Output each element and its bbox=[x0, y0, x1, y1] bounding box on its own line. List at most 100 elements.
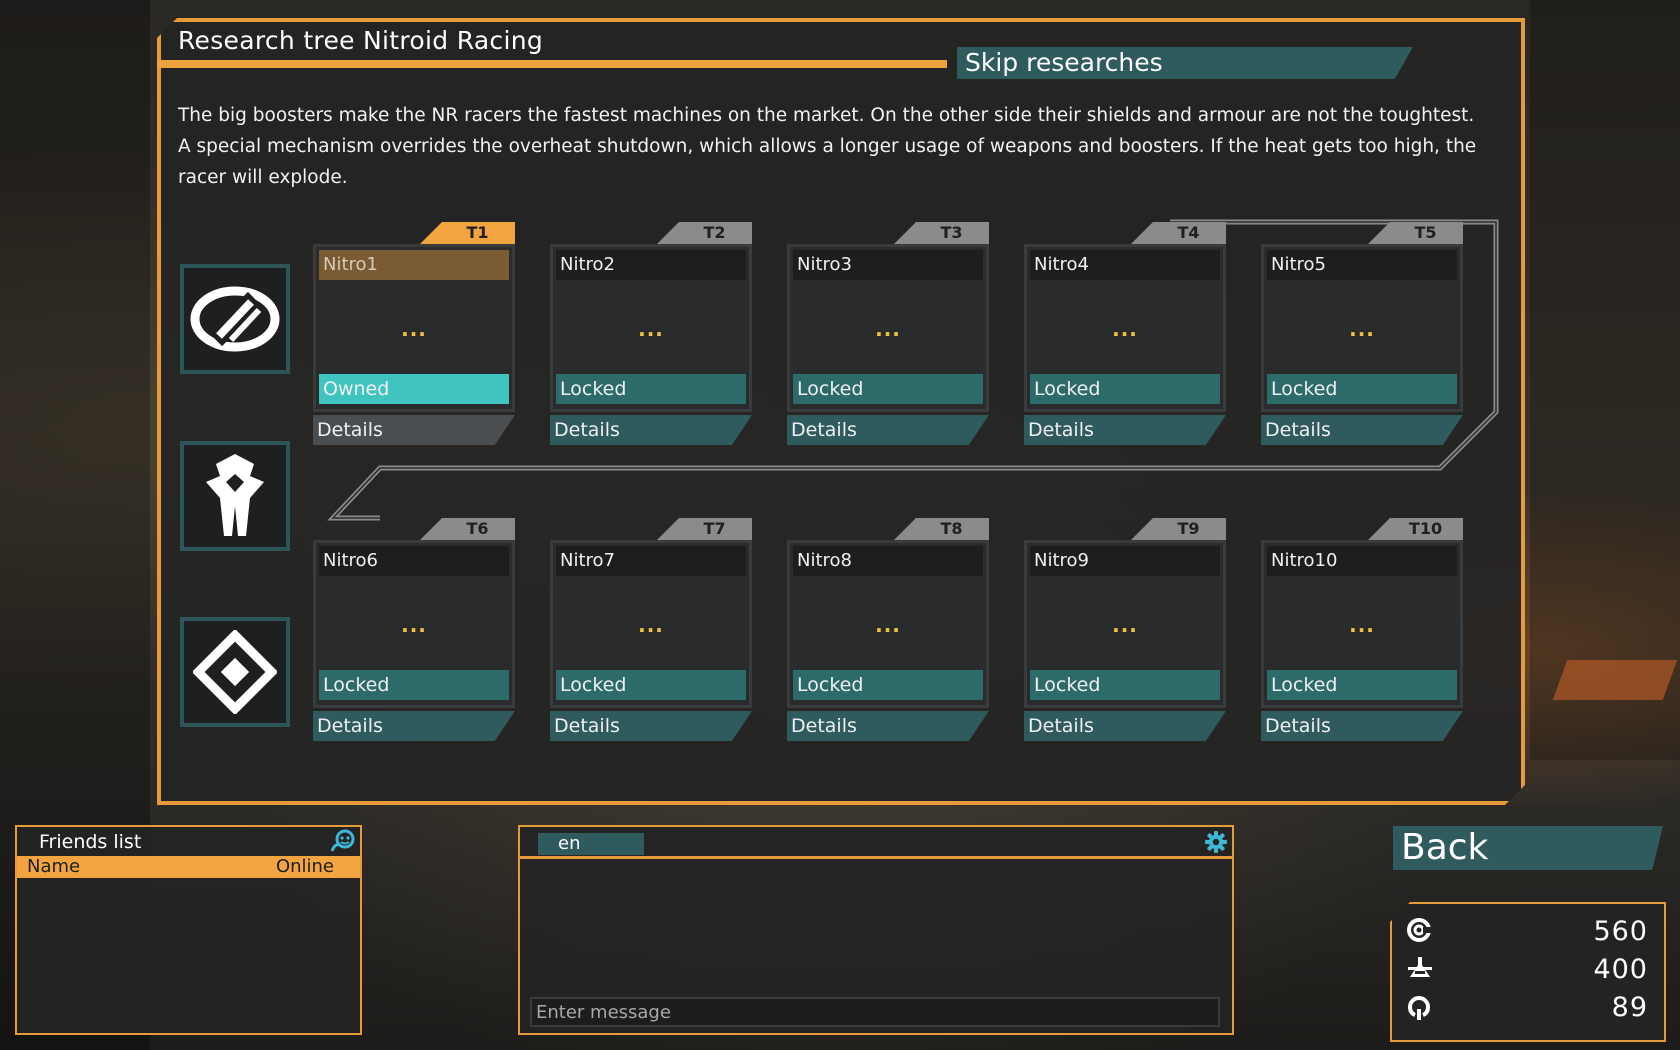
category-thruster[interactable] bbox=[180, 441, 290, 551]
details-button[interactable]: Details bbox=[313, 415, 515, 445]
details-button[interactable]: Details bbox=[1261, 711, 1463, 741]
research-name: Nitro4 bbox=[1030, 250, 1220, 280]
chat-message-input[interactable] bbox=[530, 997, 1220, 1027]
thruster-icon bbox=[206, 454, 264, 536]
research-name: Nitro1 bbox=[319, 250, 509, 280]
column-online[interactable]: Online bbox=[276, 856, 334, 878]
card-body: Nitro5 ... Locked bbox=[1261, 244, 1463, 412]
details-button[interactable]: Details bbox=[550, 415, 752, 445]
skip-researches-button[interactable]: Skip researches bbox=[957, 47, 1413, 79]
research-card-t3[interactable]: T3 Nitro3 ... Locked Details bbox=[787, 222, 989, 452]
research-card-t5[interactable]: T5 Nitro5 ... Locked Details bbox=[1261, 222, 1463, 452]
details-button[interactable]: Details bbox=[313, 711, 515, 741]
gear-icon[interactable] bbox=[1204, 830, 1228, 858]
ellipsis-icon: ... bbox=[401, 613, 427, 637]
ellipsis-icon: ... bbox=[1112, 317, 1138, 341]
category-diamond[interactable] bbox=[180, 617, 290, 727]
tier-label: T10 bbox=[1368, 518, 1463, 540]
card-body: Nitro8 ... Locked bbox=[787, 540, 989, 708]
research-points-value: 400 bbox=[1593, 954, 1648, 985]
research-card-t7[interactable]: T7 Nitro7 ... Locked Details bbox=[550, 518, 752, 748]
research-status: Locked bbox=[793, 374, 983, 404]
research-points-icon bbox=[1406, 955, 1434, 985]
ellipsis-icon: ... bbox=[1349, 613, 1375, 637]
details-button[interactable]: Details bbox=[1024, 415, 1226, 445]
research-card-t8[interactable]: T8 Nitro8 ... Locked Details bbox=[787, 518, 989, 748]
tier-label: T9 bbox=[1131, 518, 1226, 540]
card-body: Nitro2 ... Locked bbox=[550, 244, 752, 412]
research-status: Locked bbox=[556, 670, 746, 700]
title-underline bbox=[157, 60, 947, 68]
ellipsis-icon: ... bbox=[638, 613, 664, 637]
tier-label: T1 bbox=[420, 222, 515, 244]
background-beam bbox=[1530, 0, 1680, 760]
card-body: Nitro9 ... Locked bbox=[1024, 540, 1226, 708]
details-button[interactable]: Details bbox=[1261, 415, 1463, 445]
category-shield-slash[interactable] bbox=[180, 264, 290, 374]
ellipsis-icon: ... bbox=[401, 317, 427, 341]
research-status: Locked bbox=[1030, 374, 1220, 404]
ellipsis-icon: ... bbox=[1112, 613, 1138, 637]
tier-label: T7 bbox=[657, 518, 752, 540]
credits-value: 560 bbox=[1593, 916, 1648, 947]
research-card-t6[interactable]: T6 Nitro6 ... Locked Details bbox=[313, 518, 515, 748]
ellipsis-icon: ... bbox=[875, 613, 901, 637]
details-button[interactable]: Details bbox=[787, 415, 989, 445]
chat-divider bbox=[520, 856, 1232, 859]
research-name: Nitro10 bbox=[1267, 546, 1457, 576]
card-body: Nitro4 ... Locked bbox=[1024, 244, 1226, 412]
details-button[interactable]: Details bbox=[1024, 711, 1226, 741]
currency-panel: 560 400 89 bbox=[1390, 902, 1666, 1042]
card-body: Nitro7 ... Locked bbox=[550, 540, 752, 708]
details-button[interactable]: Details bbox=[787, 711, 989, 741]
friends-table-header: Name Online bbox=[17, 856, 360, 878]
research-card-t2[interactable]: T2 Nitro2 ... Locked Details bbox=[550, 222, 752, 452]
card-body: Nitro1 ... Owned bbox=[313, 244, 515, 412]
research-status: Owned bbox=[319, 374, 509, 404]
chat-language-tab[interactable]: en bbox=[538, 833, 644, 855]
faction-description: The big boosters make the NR racers the … bbox=[178, 105, 1477, 188]
research-card-t1[interactable]: T1 Nitro1 ... Owned Details bbox=[313, 222, 515, 452]
tier-label: T8 bbox=[894, 518, 989, 540]
ellipsis-icon: ... bbox=[638, 317, 664, 341]
research-status: Locked bbox=[556, 374, 746, 404]
tier-label: T4 bbox=[1131, 222, 1226, 244]
page-title: Research tree Nitroid Racing bbox=[178, 26, 544, 55]
tokens-icon bbox=[1406, 993, 1432, 1025]
tokens-row: 89 bbox=[1406, 990, 1656, 1024]
diamond-icon bbox=[193, 630, 277, 714]
research-name: Nitro8 bbox=[793, 546, 983, 576]
research-status: Locked bbox=[1267, 670, 1457, 700]
credits-row: 560 bbox=[1406, 914, 1656, 948]
card-body: Nitro6 ... Locked bbox=[313, 540, 515, 708]
research-name: Nitro7 bbox=[556, 546, 746, 576]
shield-slash-icon bbox=[190, 286, 280, 352]
tier-label: T6 bbox=[420, 518, 515, 540]
background-floor-light bbox=[1552, 660, 1678, 700]
research-status: Locked bbox=[319, 670, 509, 700]
card-body: Nitro3 ... Locked bbox=[787, 244, 989, 412]
research-card-t9[interactable]: T9 Nitro9 ... Locked Details bbox=[1024, 518, 1226, 748]
tier-label: T2 bbox=[657, 222, 752, 244]
friends-list-title: Friends list bbox=[39, 831, 142, 853]
column-name[interactable]: Name bbox=[27, 856, 80, 878]
tokens-value: 89 bbox=[1611, 992, 1648, 1023]
research-card-t10[interactable]: T10 Nitro10 ... Locked Details bbox=[1261, 518, 1463, 748]
research-name: Nitro2 bbox=[556, 250, 746, 280]
details-button[interactable]: Details bbox=[550, 711, 752, 741]
research-points-row: 400 bbox=[1406, 952, 1656, 986]
ellipsis-icon: ... bbox=[1349, 317, 1375, 341]
chat-panel: en bbox=[518, 825, 1234, 1035]
research-status: Locked bbox=[1267, 374, 1457, 404]
tier-label: T3 bbox=[894, 222, 989, 244]
research-card-t4[interactable]: T4 Nitro4 ... Locked Details bbox=[1024, 222, 1226, 452]
ellipsis-icon: ... bbox=[875, 317, 901, 341]
tier-label: T5 bbox=[1368, 222, 1463, 244]
research-status: Locked bbox=[1030, 670, 1220, 700]
research-name: Nitro6 bbox=[319, 546, 509, 576]
research-name: Nitro9 bbox=[1030, 546, 1220, 576]
research-name: Nitro3 bbox=[793, 250, 983, 280]
credits-icon bbox=[1406, 917, 1432, 947]
add-friend-icon[interactable] bbox=[330, 829, 356, 857]
back-button[interactable]: Back bbox=[1393, 826, 1663, 870]
